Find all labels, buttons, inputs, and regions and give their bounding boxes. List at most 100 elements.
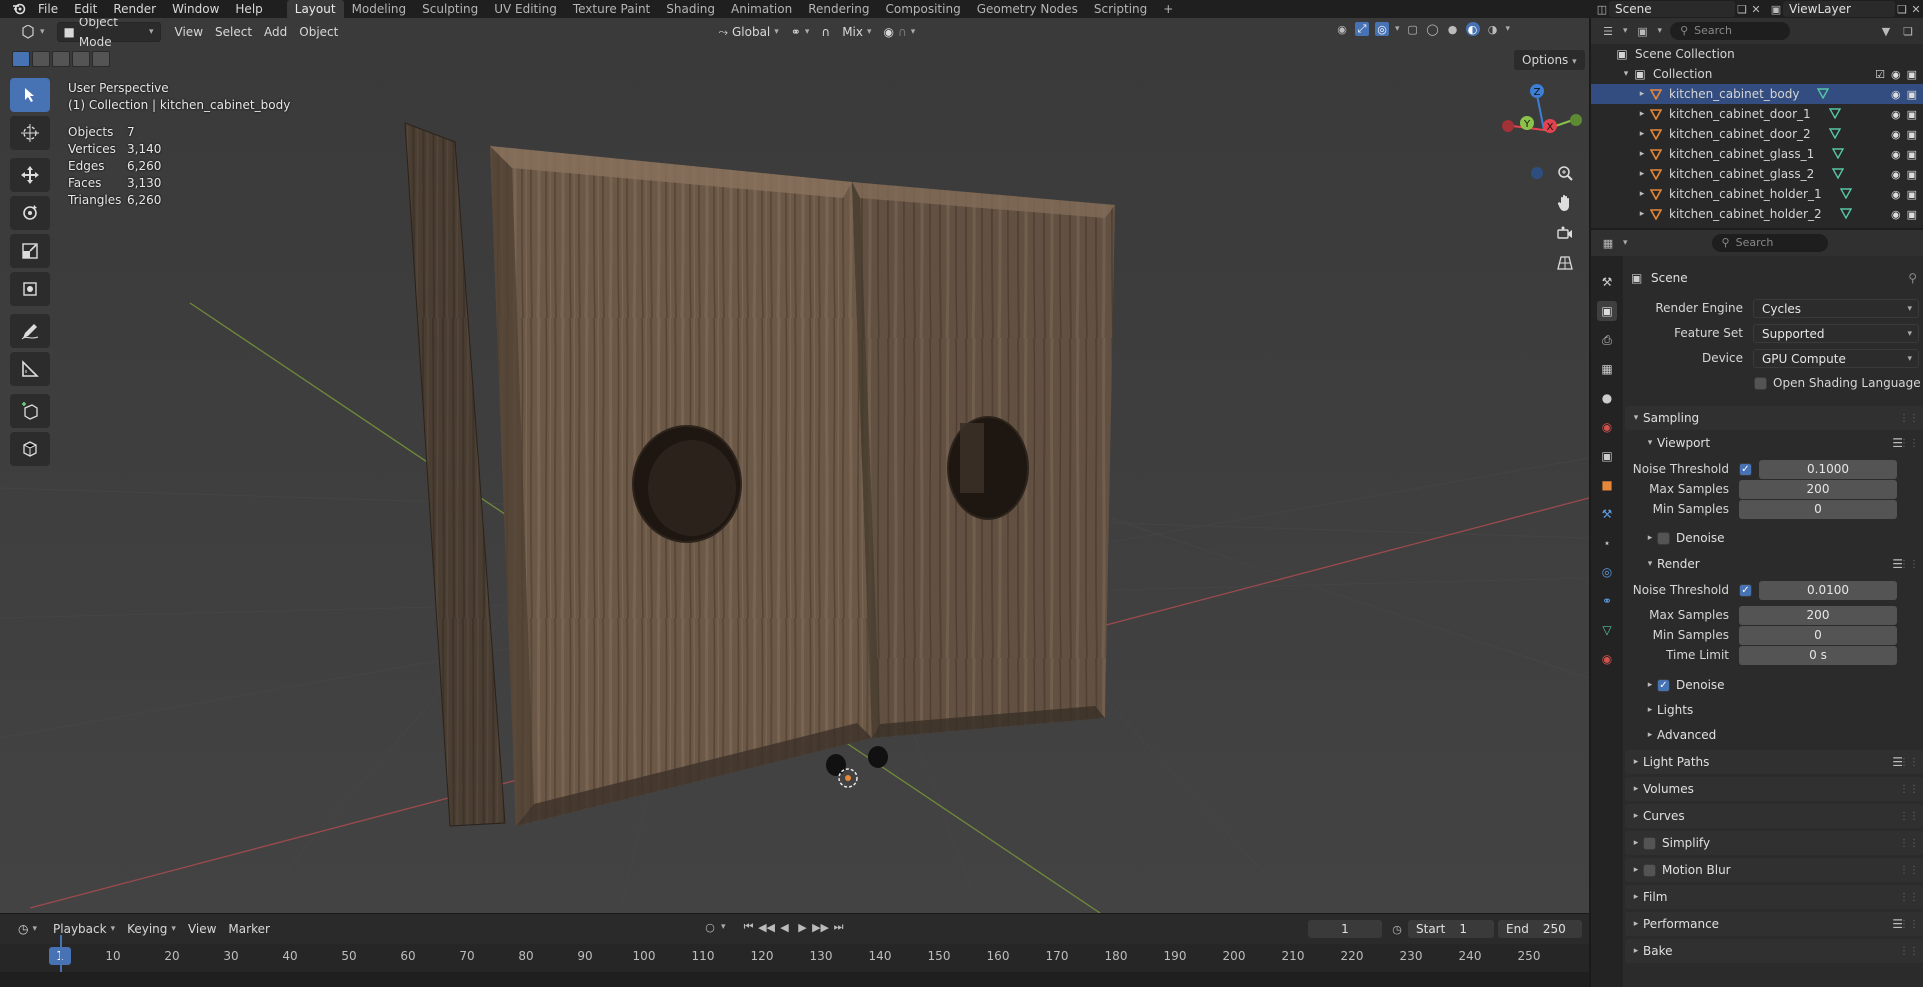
current-frame-field[interactable]: 1 (1308, 920, 1382, 938)
eye-icon[interactable]: ◉ (1891, 168, 1901, 181)
viewport-noise-threshold-field[interactable]: 0.1000 (1759, 459, 1897, 479)
pivot-point[interactable]: ⚭ ▾ (785, 22, 816, 42)
motion-blur-panel-header[interactable]: ▸ Motion Blur ⋮⋮ (1625, 858, 1923, 882)
render-tab-icon[interactable]: ▣ (1597, 301, 1617, 321)
annotate-tool[interactable] (10, 314, 50, 348)
options-button[interactable]: Options ▾ (1514, 50, 1585, 70)
viewport-max-samples-field[interactable]: 200 (1739, 479, 1897, 499)
snap-mode[interactable]: Mix ▾ (836, 22, 877, 42)
extrude-tool[interactable] (10, 432, 50, 466)
camera-icon[interactable]: ▣ (1907, 128, 1917, 141)
camera-icon[interactable]: ▣ (1907, 148, 1917, 161)
menu-file[interactable]: File (30, 1, 66, 17)
scene-tab-icon[interactable]: ● (1597, 388, 1617, 408)
menu-render[interactable]: Render (105, 1, 164, 17)
mesh-data-icon[interactable] (1828, 127, 1841, 142)
proportional-editing[interactable]: ◉ ∩ ▾ (878, 22, 922, 42)
camera-icon[interactable]: ▣ (1907, 168, 1917, 181)
drag-handle-icon[interactable]: ⋮⋮ (1899, 838, 1919, 849)
mesh-data-icon[interactable] (1828, 107, 1841, 122)
scene-selector[interactable]: Scene (1609, 1, 1735, 17)
viewport-denoise-checkbox[interactable] (1657, 531, 1670, 545)
mesh-data-icon[interactable] (1839, 187, 1852, 202)
tab-uv-editing[interactable]: UV Editing (486, 0, 565, 18)
collection-row[interactable]: ▾ ▣ Collection ☑ ◉ ▣ (1591, 64, 1923, 84)
outliner-item-kitchen-cabinet-holder-1[interactable]: ▸ kitchen_cabinet_holder_1 ◉ ▣ (1591, 184, 1923, 204)
viewport-subpanel-header[interactable]: ▾ Viewport ☰ ⋮⋮ (1625, 431, 1923, 455)
motion-blur-checkbox[interactable] (1643, 863, 1656, 877)
start-frame-field[interactable]: Start 1 (1408, 920, 1494, 938)
eye-icon[interactable]: ◉ (1891, 68, 1901, 81)
render-max-samples-field[interactable]: 200 (1739, 605, 1897, 625)
timeline-track[interactable] (0, 972, 1589, 987)
solid-shading-icon[interactable]: ● (1446, 22, 1460, 36)
outliner-item-kitchen-cabinet-glass-2[interactable]: ▸ kitchen_cabinet_glass_2 ◉ ▣ (1591, 164, 1923, 184)
snap-toggle[interactable]: ∩ (815, 22, 836, 42)
delete-scene-icon[interactable]: ✕ (1749, 2, 1763, 16)
chevron-right-icon[interactable]: ▸ (1635, 149, 1649, 159)
osl-checkbox[interactable] (1754, 376, 1767, 390)
delete-view-layer-icon[interactable]: ✕ (1909, 2, 1923, 16)
render-denoise-header[interactable]: ▸ ✓ Denoise (1625, 673, 1923, 697)
eye-icon[interactable]: ◉ (1891, 128, 1901, 141)
menu-object[interactable]: Object (293, 22, 344, 42)
wireframe-shading-icon[interactable]: ◯ (1426, 22, 1440, 36)
neg-y-axis-icon[interactable] (1570, 114, 1582, 126)
tab-sculpting[interactable]: Sculpting (414, 0, 486, 18)
light-paths-panel-header[interactable]: ▸ Light Paths ☰ ⋮⋮ (1625, 750, 1923, 774)
play-icon[interactable]: ▶ (796, 920, 810, 934)
eye-icon[interactable]: ◉ (1891, 188, 1901, 201)
tab-animation[interactable]: Animation (723, 0, 800, 18)
time-limit-field[interactable]: 0 s (1739, 645, 1897, 665)
eye-icon[interactable]: ◉ (1891, 208, 1901, 221)
modifier-tab-icon[interactable]: ⚒ (1597, 504, 1617, 524)
camera-icon[interactable]: ▣ (1907, 108, 1917, 121)
drag-handle-icon[interactable]: ⋮⋮ (1899, 892, 1919, 903)
world-tab-icon[interactable]: ◉ (1597, 417, 1617, 437)
chevron-right-icon[interactable]: ▸ (1635, 169, 1649, 179)
record-icon[interactable]: ○ (703, 920, 717, 934)
tool-tab-icon[interactable]: ⚒ (1597, 272, 1617, 292)
editor-type-icon[interactable]: ▾ (14, 22, 51, 42)
chevron-right-icon[interactable]: ▸ (1635, 89, 1649, 99)
outliner-item-kitchen-cabinet-body[interactable]: ▸ kitchen_cabinet_body ◉ ▣ (1591, 84, 1923, 104)
select-intersect-icon[interactable] (92, 51, 110, 67)
view-layer-selector[interactable]: ViewLayer (1783, 1, 1895, 17)
advanced-subpanel-header[interactable]: ▸ Advanced (1625, 723, 1923, 747)
mesh-data-icon[interactable] (1817, 87, 1830, 102)
mode-selector[interactable]: ■ Object Mode ▾ (56, 18, 161, 49)
volumes-panel-header[interactable]: ▸ Volumes ⋮⋮ (1625, 777, 1923, 801)
visibility-icon[interactable]: ◉ (1335, 22, 1349, 36)
outliner-item-kitchen-cabinet-holder-2[interactable]: ▸ kitchen_cabinet_holder_2 ◉ ▣ (1591, 204, 1923, 224)
rendered-shading-icon[interactable]: ◑ (1486, 22, 1500, 36)
jump-start-icon[interactable]: ⏮ (742, 920, 756, 934)
timeline-ruler[interactable]: 1 10203040506070809010011012013014015016… (0, 944, 1589, 972)
measure-tool[interactable] (10, 352, 50, 386)
menu-window[interactable]: Window (164, 1, 227, 17)
film-panel-header[interactable]: ▸ Film ⋮⋮ (1625, 885, 1923, 909)
new-scene-icon[interactable]: ❏ (1735, 2, 1749, 16)
select-invert-icon[interactable] (72, 51, 90, 67)
simplify-panel-header[interactable]: ▸ Simplify ⋮⋮ (1625, 831, 1923, 855)
lights-subpanel-header[interactable]: ▸ Lights (1625, 698, 1923, 722)
drag-handle-icon[interactable]: ⋮⋮ (1899, 865, 1919, 876)
curves-panel-header[interactable]: ▸ Curves ⋮⋮ (1625, 804, 1923, 828)
perspective-toggle-icon[interactable] (1554, 252, 1576, 274)
tab-geometry-nodes[interactable]: Geometry Nodes (969, 0, 1086, 18)
outliner-editor-icon[interactable]: ☰ (1601, 24, 1615, 38)
drag-handle-icon[interactable]: ⋮⋮ (1899, 784, 1919, 795)
drag-handle-icon[interactable]: ⋮⋮ (1899, 438, 1919, 449)
outliner-item-kitchen-cabinet-door-2[interactable]: ▸ kitchen_cabinet_door_2 ◉ ▣ (1591, 124, 1923, 144)
outliner-item-kitchen-cabinet-glass-1[interactable]: ▸ kitchen_cabinet_glass_1 ◉ ▣ (1591, 144, 1923, 164)
select-subtract-icon[interactable] (52, 51, 70, 67)
tab-compositing[interactable]: Compositing (877, 0, 968, 18)
camera-view-icon[interactable] (1554, 222, 1576, 244)
drag-handle-icon[interactable]: ⋮⋮ (1899, 919, 1919, 930)
display-mode-icon[interactable]: ▣ (1636, 24, 1650, 38)
neg-z-axis-icon[interactable] (1531, 167, 1543, 179)
add-workspace-button[interactable]: + (1155, 0, 1181, 18)
chevron-down-icon[interactable]: ▾ (1506, 24, 1511, 34)
constraints-tab-icon[interactable]: ⚭ (1597, 591, 1617, 611)
timeline-editor-type[interactable]: ◷ ▾ (12, 919, 43, 939)
select-extend-icon[interactable] (32, 51, 50, 67)
